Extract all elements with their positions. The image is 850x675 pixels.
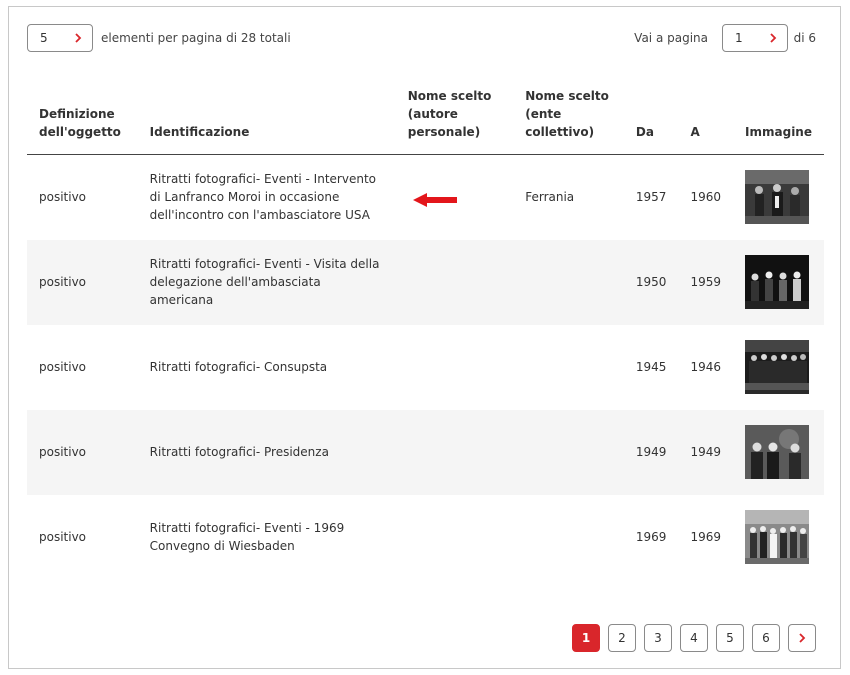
total-pages-label: di 6 [793, 31, 816, 45]
results-table: Definizione dell'oggetto Identificazione… [27, 87, 824, 580]
header-da[interactable]: Da [623, 87, 679, 155]
table-row[interactable]: positivo Ritratti fotografici- Consupsta… [27, 325, 824, 410]
header-definizione[interactable]: Definizione dell'oggetto [27, 87, 138, 155]
cell-autore [395, 409, 514, 495]
cell-da: 1957 [635, 190, 667, 205]
per-page-select[interactable]: 5 [27, 24, 93, 52]
cell-ente [513, 495, 624, 580]
header-autore[interactable]: Nome scelto (autore personale) [395, 87, 514, 155]
cell-ente: Ferrania [525, 190, 575, 205]
cell-a: 1969 [690, 530, 721, 544]
header-ente[interactable]: Nome scelto (ente collettivo) [513, 87, 624, 155]
next-page-button[interactable] [788, 624, 816, 652]
cell-identificazione[interactable]: Ritratti fotografici- Eventi - 1969 Conv… [138, 495, 396, 580]
cell-ente [513, 239, 624, 325]
cell-definizione: positivo [39, 530, 87, 544]
page-button-6[interactable]: 6 [752, 624, 780, 652]
cell-definizione: positivo [39, 360, 87, 374]
cell-da: 1950 [623, 239, 679, 325]
page-button-3[interactable]: 3 [644, 624, 672, 652]
per-page-value: 5 [40, 31, 48, 45]
photo-thumbnail[interactable] [745, 425, 810, 479]
page-button-4[interactable]: 4 [680, 624, 708, 652]
photo-thumbnail[interactable] [745, 255, 810, 309]
results-panel: 5 elementi per pagina di 28 totali Vai a… [8, 6, 841, 669]
cell-identificazione[interactable]: Ritratti fotografici- Presidenza [137, 409, 396, 495]
cell-identificazione[interactable]: Ritratti fotografici- Eventi - Intervent… [138, 155, 396, 240]
goto-page-select[interactable]: 1 [722, 24, 788, 52]
photo-thumbnail[interactable] [745, 510, 810, 564]
photo-thumbnail[interactable] [745, 340, 810, 394]
cell-definizione: positivo [27, 409, 138, 495]
per-page-summary: elementi per pagina di 28 totali [101, 31, 291, 45]
cell-autore [396, 495, 513, 580]
cell-definizione: positivo [39, 190, 87, 205]
page-button-1[interactable]: 1 [572, 624, 600, 652]
cell-immagine [733, 325, 824, 410]
cell-immagine [733, 495, 824, 580]
results-toolbar: 5 elementi per pagina di 28 totali Vai a… [27, 24, 816, 52]
table-row[interactable]: positivo Ritratti fotografici- Eventi - … [27, 495, 824, 580]
cell-a: 1946 [690, 360, 721, 374]
cell-identificazione[interactable]: Ritratti fotografici- Consupsta [138, 325, 396, 410]
cell-ente [513, 325, 624, 410]
cell-definizione: positivo [27, 239, 138, 325]
table-header-row: Definizione dell'oggetto Identificazione… [27, 87, 824, 155]
table-row[interactable]: positivo Ritratti fotografici- Presidenz… [27, 409, 824, 495]
header-immagine: Immagine [733, 87, 824, 155]
header-identificazione[interactable]: Identificazione [137, 87, 396, 155]
chevron-right-icon [75, 33, 82, 43]
table-row[interactable]: positivo Ritratti fotografici- Eventi - … [27, 239, 824, 325]
red-arrow-left-icon [413, 193, 457, 207]
cell-da: 1945 [635, 360, 667, 374]
cell-a: 1959 [678, 239, 734, 325]
page-button-2[interactable]: 2 [608, 624, 636, 652]
chevron-right-icon [770, 33, 777, 43]
cell-da: 1949 [623, 409, 679, 495]
cell-a: 1960 [690, 190, 721, 205]
cell-immagine [733, 155, 824, 240]
cell-immagine [733, 239, 824, 325]
header-a[interactable]: A [678, 87, 734, 155]
goto-page-value: 1 [735, 31, 743, 45]
cell-immagine [733, 409, 824, 495]
photo-thumbnail[interactable] [745, 170, 810, 225]
chevron-right-icon [799, 633, 806, 643]
cell-da: 1969 [635, 530, 667, 544]
pagination: 1 2 3 4 5 6 [572, 624, 816, 652]
cell-autore [395, 239, 514, 325]
cell-identificazione[interactable]: Ritratti fotografici- Eventi - Visita de… [137, 239, 396, 325]
page-button-5[interactable]: 5 [716, 624, 744, 652]
goto-page-label: Vai a pagina [634, 31, 708, 45]
cell-a: 1949 [678, 409, 734, 495]
cell-autore [396, 325, 513, 410]
cell-ente [513, 409, 624, 495]
